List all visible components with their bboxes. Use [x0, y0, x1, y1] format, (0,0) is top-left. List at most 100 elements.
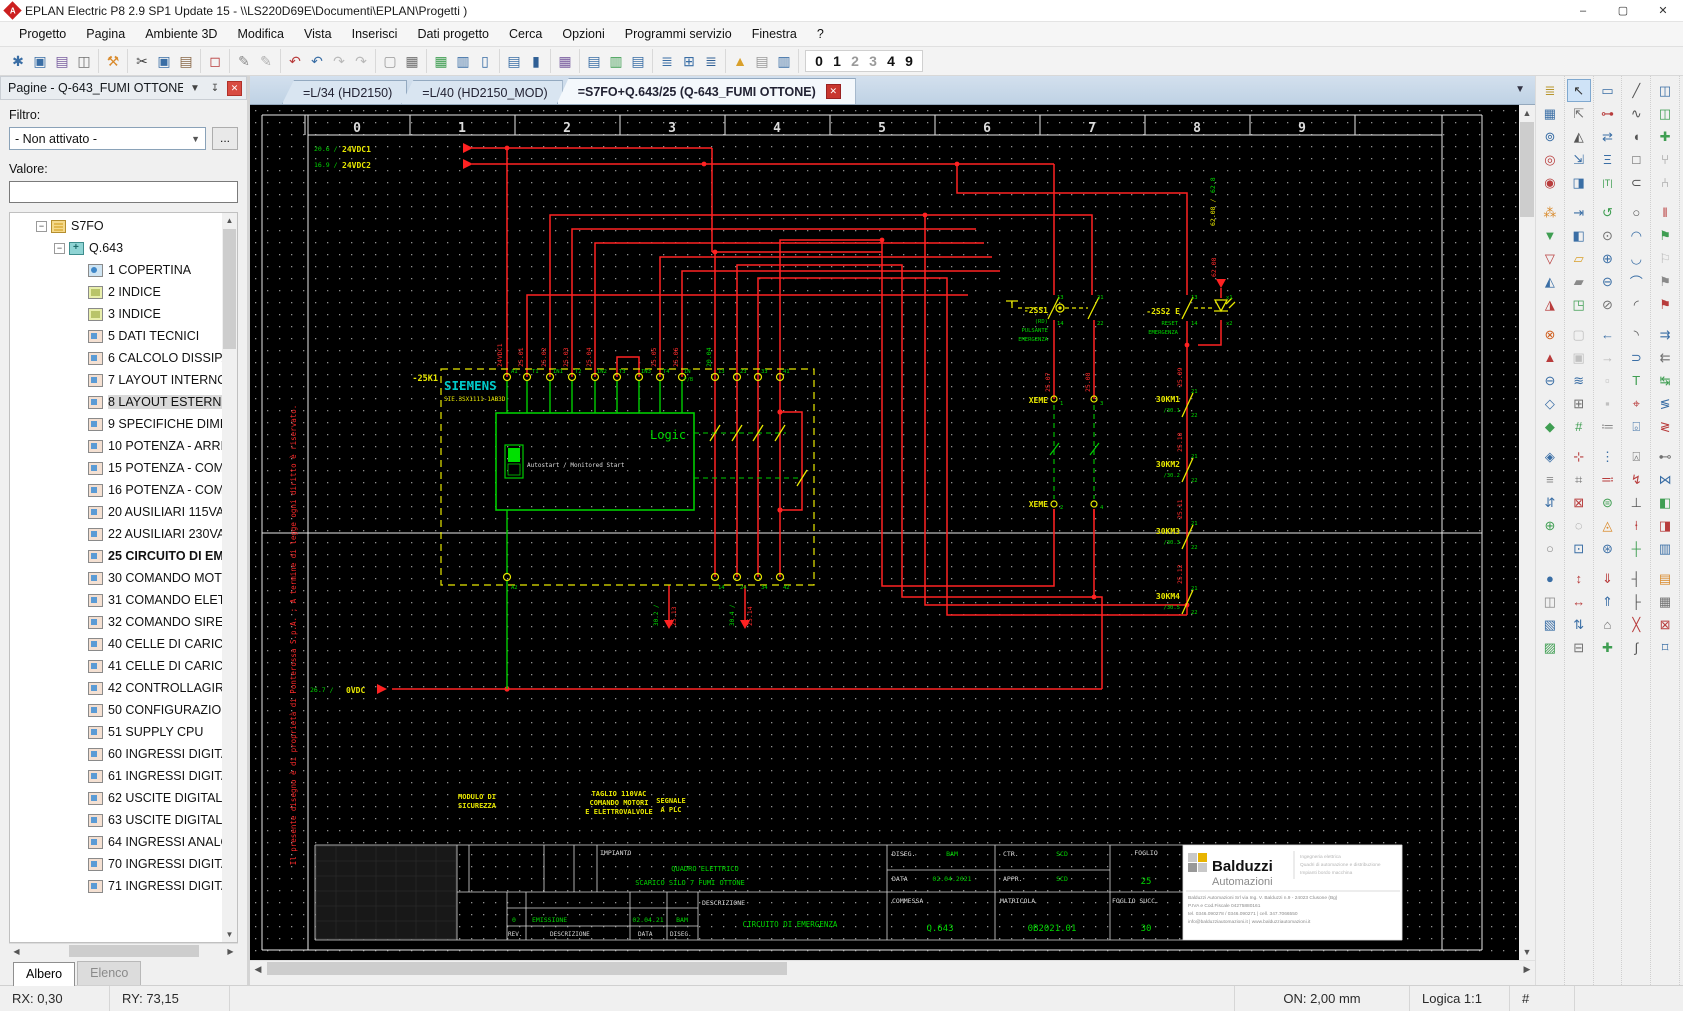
tool-icon-4-17[interactable]: ↯ [1624, 468, 1648, 491]
tool-icon-2-15[interactable]: # [1567, 415, 1591, 438]
tool-icon-1-22[interactable]: ◫ [1538, 590, 1562, 613]
sync-function-icon[interactable]: ▤ [627, 50, 649, 72]
tool-icon-3-3[interactable]: ⇄ [1595, 125, 1619, 148]
tool-icon-2-16[interactable]: ⊹ [1567, 445, 1591, 468]
tool-icon-2-14[interactable]: ⊞ [1567, 392, 1591, 415]
tool-icon-1-5[interactable]: ◉ [1538, 171, 1562, 194]
schematic-canvas[interactable]: 0123456789Il presente disegno è di propr… [250, 105, 1519, 960]
tool-icon-3-19[interactable]: ◬ [1595, 514, 1619, 537]
grid-settings-icon[interactable]: ⊞ [678, 50, 700, 72]
tool-icon-4-23[interactable]: ╳ [1624, 613, 1648, 636]
tool-icon-2-23[interactable]: ⇅ [1567, 613, 1591, 636]
tool-icon-3-5[interactable]: |T| [1595, 171, 1619, 194]
tool-icon-5-20[interactable]: ▥ [1653, 537, 1677, 560]
menu-item-dati-progetto[interactable]: Dati progetto [408, 24, 498, 44]
delete-selection-icon[interactable]: ◻ [204, 50, 226, 72]
filter-more-button[interactable]: ... [212, 127, 238, 150]
sidebar-tab-albero[interactable]: Albero [13, 962, 75, 986]
menu-item-opzioni[interactable]: Opzioni [553, 24, 613, 44]
canvas-horizontal-scrollbar[interactable]: ◀ ▶ [250, 960, 1535, 976]
tool-icon-5-4[interactable]: ⑂ [1653, 148, 1677, 171]
tool-icon-1-15[interactable]: ◆ [1538, 415, 1562, 438]
tree-item-1-copertina[interactable]: 1 COPERTINA [10, 259, 222, 281]
tool-icon-1-23[interactable]: ▧ [1538, 613, 1562, 636]
tool-icon-5-16[interactable]: ⊷ [1653, 445, 1677, 468]
tool-icon-2-6[interactable]: ⇥ [1567, 201, 1591, 224]
menu-item-pagina[interactable]: Pagina [77, 24, 134, 44]
report-edit-icon[interactable]: ▥ [773, 50, 795, 72]
tool-icon-1-19[interactable]: ⊕ [1538, 514, 1562, 537]
tool-icon-2-22[interactable]: ↔ [1567, 590, 1591, 613]
scroll-down-icon[interactable]: ▼ [1519, 944, 1535, 960]
tool-icon-5-3[interactable]: ✚ [1653, 125, 1677, 148]
tool-icon-1-3[interactable]: ⊚ [1538, 125, 1562, 148]
device-navigator-icon[interactable]: ▦ [430, 50, 452, 72]
panel-close-icon[interactable]: ✕ [227, 81, 242, 96]
filter-select[interactable]: - Non attivato - ▼ [9, 127, 206, 150]
document-tab[interactable]: =S7FO+Q.643/25 (Q-643_FUMI OTTONE)✕ [557, 78, 856, 104]
tool-icon-4-12[interactable]: ⊃ [1624, 346, 1648, 369]
tool-icon-1-1[interactable]: ≣ [1538, 79, 1562, 102]
undo-icon[interactable]: ↶ [284, 50, 306, 72]
scroll-right-icon[interactable]: ▶ [223, 944, 238, 959]
tool-icon-5-14[interactable]: ≶ [1653, 392, 1677, 415]
tree-expand-icon[interactable]: − [54, 243, 65, 254]
tool-icon-4-18[interactable]: ⊥ [1624, 491, 1648, 514]
print-icon[interactable]: ◫ [73, 50, 95, 72]
tree-item-8-layout-esterno[interactable]: 8 LAYOUT ESTERNO [10, 391, 222, 413]
sidebar-tab-elenco[interactable]: Elenco [77, 961, 141, 985]
scale-number-3[interactable]: 3 [864, 51, 882, 71]
tool-icon-1-2[interactable]: ▦ [1538, 102, 1562, 125]
tool-icon-2-24[interactable]: ⊟ [1567, 636, 1591, 659]
tool-icon-1-6[interactable]: ⁂ [1538, 201, 1562, 224]
tree-item-2-indice[interactable]: 2 INDICE [10, 281, 222, 303]
tree-item-3-indice[interactable]: 3 INDICE [10, 303, 222, 325]
tree-item-70-ingressi-digita[interactable]: 70 INGRESSI DIGITA [10, 853, 222, 875]
tree-item-22-ausiliari-230va[interactable]: 22 AUSILIARI 230VA [10, 523, 222, 545]
tool-icon-5-6[interactable]: ‖ [1653, 201, 1677, 224]
tree-item-5-dati-tecnici[interactable]: 5 DATI TECNICI [10, 325, 222, 347]
tree-item-15-potenza-coma[interactable]: 15 POTENZA - COMA [10, 457, 222, 479]
tab-close-icon[interactable]: ✕ [826, 84, 841, 99]
tool-icon-2-8[interactable]: ▱ [1567, 247, 1591, 270]
tool-icon-4-22[interactable]: ├ [1624, 590, 1648, 613]
tree-horizontal-scrollbar[interactable]: ◀ ▶ [9, 943, 238, 958]
tool-icon-5-10[interactable]: ⚑ [1653, 293, 1677, 316]
tree-item-64-ingressi-analo[interactable]: 64 INGRESSI ANALO [10, 831, 222, 853]
tool-icon-3-12[interactable]: → [1595, 346, 1619, 369]
scale-number-9[interactable]: 9 [900, 51, 918, 71]
tool-icon-4-5[interactable]: ⊂ [1624, 171, 1648, 194]
tree-item-31-comando-elet[interactable]: 31 COMANDO ELET [10, 589, 222, 611]
tool-icon-3-6[interactable]: ↺ [1595, 201, 1619, 224]
menu-item-progetto[interactable]: Progetto [10, 24, 75, 44]
tool-icon-3-8[interactable]: ⊕ [1595, 247, 1619, 270]
layer-management-icon[interactable]: ≣ [656, 50, 678, 72]
tool-icon-5-23[interactable]: ⊠ [1653, 613, 1677, 636]
tree-item-63-uscite-digitali[interactable]: 63 USCITE DIGITALI - [10, 809, 222, 831]
paste-icon[interactable]: ▤ [175, 50, 197, 72]
tree-expand-icon[interactable]: − [36, 221, 47, 232]
tool-icon-1-17[interactable]: ≡ [1538, 468, 1562, 491]
tree-item-6-calcolo-dissipaz[interactable]: 6 CALCOLO DISSIPAZ [10, 347, 222, 369]
new-project-icon[interactable]: ✱ [7, 50, 29, 72]
tool-icon-2-2[interactable]: ⇱ [1567, 102, 1591, 125]
tool-icon-4-13[interactable]: T [1624, 369, 1648, 392]
tool-icon-2-19[interactable]: ◌ [1567, 514, 1591, 537]
scroll-left-icon[interactable]: ◀ [250, 961, 266, 977]
tool-icon-4-4[interactable]: □ [1624, 148, 1648, 171]
copy-icon[interactable]: ▣ [153, 50, 175, 72]
tool-icon-5-19[interactable]: ◨ [1653, 514, 1677, 537]
macro-navigator-icon[interactable]: ▦ [554, 50, 576, 72]
tree-item-32-comando-siren[interactable]: 32 COMANDO SIREN [10, 611, 222, 633]
tool-icon-4-10[interactable]: ◜ [1624, 293, 1648, 316]
format-brush-icon[interactable]: ✎ [233, 50, 255, 72]
menu-item-modifica[interactable]: Modifica [228, 24, 293, 44]
scroll-up-icon[interactable]: ▲ [222, 213, 237, 228]
terminal-navigator-icon[interactable]: ▥ [452, 50, 474, 72]
tool-icon-4-7[interactable]: ◠ [1624, 224, 1648, 247]
menu-item-[interactable]: ? [808, 24, 833, 44]
tool-icon-2-7[interactable]: ◧ [1567, 224, 1591, 247]
tool-icon-2-1[interactable]: ↖ [1567, 79, 1591, 102]
tool-icon-5-15[interactable]: ≷ [1653, 415, 1677, 438]
open-page-icon[interactable]: ▣ [29, 50, 51, 72]
